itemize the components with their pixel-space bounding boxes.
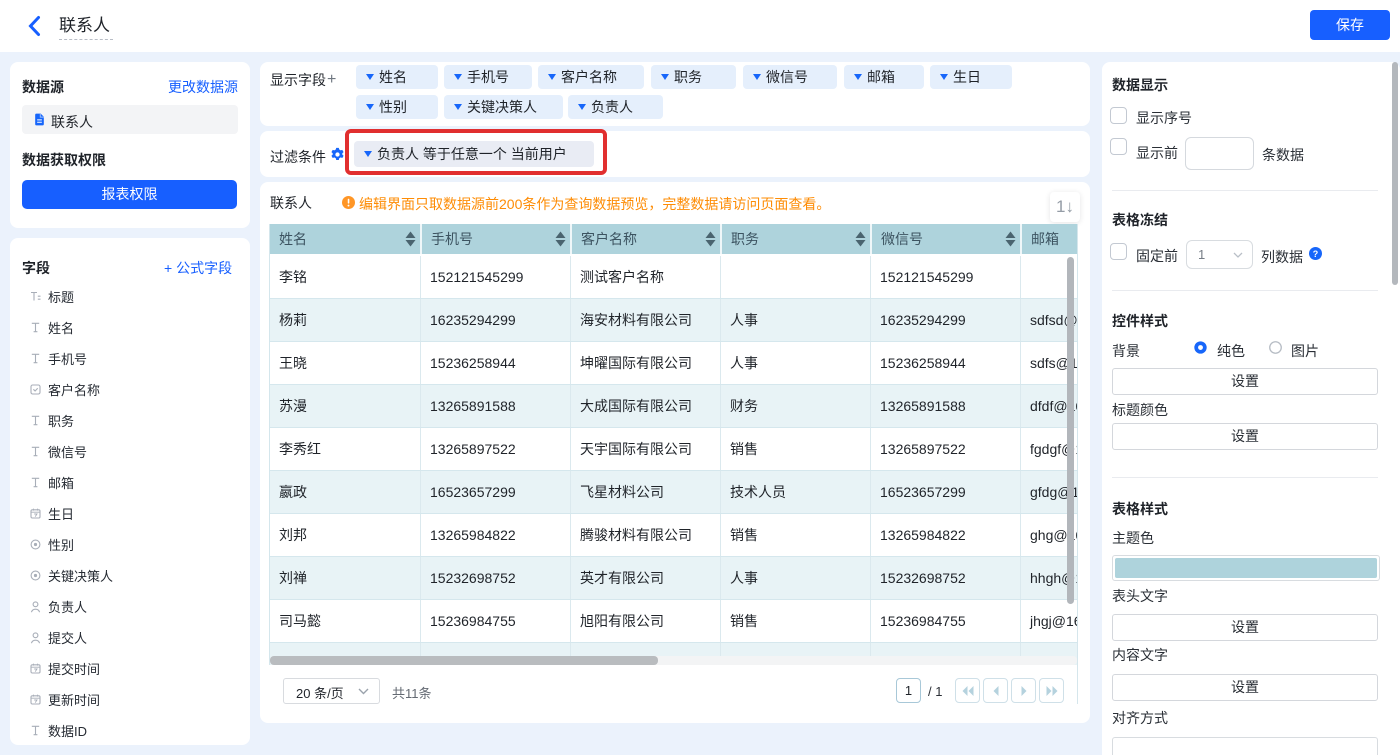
svg-text:?: ? — [1313, 249, 1318, 259]
